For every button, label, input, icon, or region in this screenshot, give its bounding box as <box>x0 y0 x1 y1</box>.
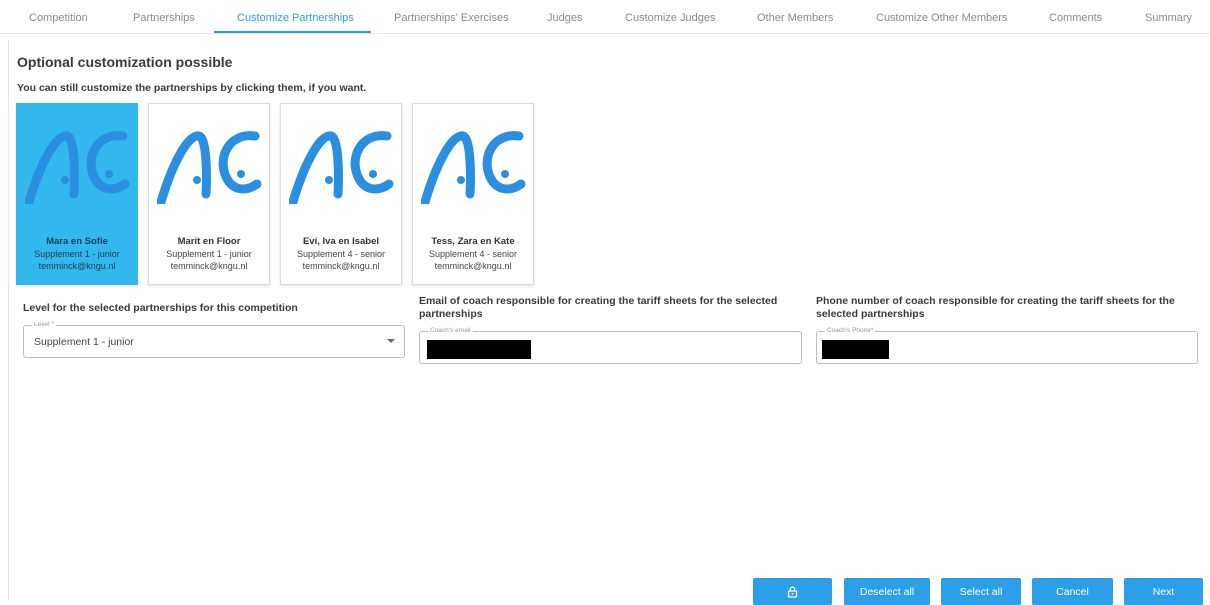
lock-icon <box>787 586 798 598</box>
ac-logo-icon <box>25 131 130 204</box>
partnership-level: Supplement 1 - junior <box>34 249 120 259</box>
coach-email-field[interactable]: Coach's email <box>419 327 802 364</box>
redacted-value <box>427 340 531 359</box>
phone-heading: Phone number of coach responsible for cr… <box>816 295 1175 320</box>
partnership-email: temminck@kngu.nl <box>38 261 116 271</box>
phone-legend: Coach's Phone* <box>825 327 876 334</box>
partnership-email: temminck@kngu.nl <box>434 261 512 271</box>
partnership-name: Marit en Floor <box>177 236 241 247</box>
partnership-level: Supplement 1 - junior <box>166 249 252 259</box>
email-heading: Email of coach responsible for creating … <box>419 295 778 320</box>
page-title: Optional customization possible <box>17 54 233 70</box>
tab-judges[interactable]: Judges <box>547 12 582 24</box>
redacted-value <box>822 340 889 359</box>
divider <box>8 40 9 600</box>
tab-customize-judges[interactable]: Customize Judges <box>625 12 716 24</box>
ac-logo-icon <box>289 131 394 204</box>
tab-other-members[interactable]: Other Members <box>757 12 833 24</box>
lock-button[interactable] <box>753 578 832 605</box>
tab-summary[interactable]: Summary <box>1145 12 1192 24</box>
partnership-info: Marit en Floor Supplement 1 - junior tem… <box>153 236 265 272</box>
cancel-button[interactable]: Cancel <box>1032 578 1113 605</box>
partnership-info: Mara en Sofie Supplement 1 - junior temm… <box>21 236 133 272</box>
partnership-name: Mara en Sofie <box>46 236 108 247</box>
partnership-email: temminck@kngu.nl <box>302 261 380 271</box>
level-heading: Level for the selected partnerships for … <box>23 302 298 314</box>
level-legend: Level * <box>32 321 56 328</box>
caret-down-icon <box>387 339 395 343</box>
partnership-card[interactable]: Marit en Floor Supplement 1 - junior tem… <box>148 103 270 285</box>
partnership-name: Evi, Iva en Isabel <box>302 236 380 247</box>
partnership-card[interactable]: Mara en Sofie Supplement 1 - junior temm… <box>16 103 138 285</box>
partnership-level: Supplement 4 - senior <box>428 249 518 259</box>
deselect-all-button[interactable]: Deselect all <box>844 578 930 605</box>
partnership-info: Evi, Iva en Isabel Supplement 4 - senior… <box>285 236 397 272</box>
partnership-name: Tess, Zara en Kate <box>431 236 515 247</box>
active-tab-indicator <box>214 31 371 33</box>
tab-customize-partnerships[interactable]: Customize Partnerships <box>237 12 354 24</box>
email-legend: Coach's email <box>428 327 473 334</box>
partnership-level: Supplement 4 - senior <box>296 249 386 259</box>
select-all-button[interactable]: Select all <box>941 578 1021 605</box>
ac-logo-icon <box>157 131 262 204</box>
tab-customize-other-members[interactable]: Customize Other Members <box>876 12 1007 24</box>
tab-comments[interactable]: Comments <box>1049 12 1102 24</box>
tab-partnerships-exercises[interactable]: Partnerships' Exercises <box>394 12 509 24</box>
next-button[interactable]: Next <box>1124 578 1203 605</box>
tab-partnerships[interactable]: Partnerships <box>133 12 195 24</box>
ac-logo-icon <box>421 131 526 204</box>
partnership-card[interactable]: Tess, Zara en Kate Supplement 4 - senior… <box>412 103 534 285</box>
level-value: Supplement 1 - junior <box>34 336 134 348</box>
coach-phone-field[interactable]: Coach's Phone* <box>816 327 1198 364</box>
page-subtitle: You can still customize the partnerships… <box>17 82 367 94</box>
step-tabs: Competition Partnerships Customize Partn… <box>0 0 1210 34</box>
level-select[interactable]: Level * Supplement 1 - junior <box>23 321 405 358</box>
tab-competition[interactable]: Competition <box>29 12 88 24</box>
partnership-card[interactable]: Evi, Iva en Isabel Supplement 4 - senior… <box>280 103 402 285</box>
partnership-info: Tess, Zara en Kate Supplement 4 - senior… <box>417 236 529 272</box>
partnership-email: temminck@kngu.nl <box>170 261 248 271</box>
